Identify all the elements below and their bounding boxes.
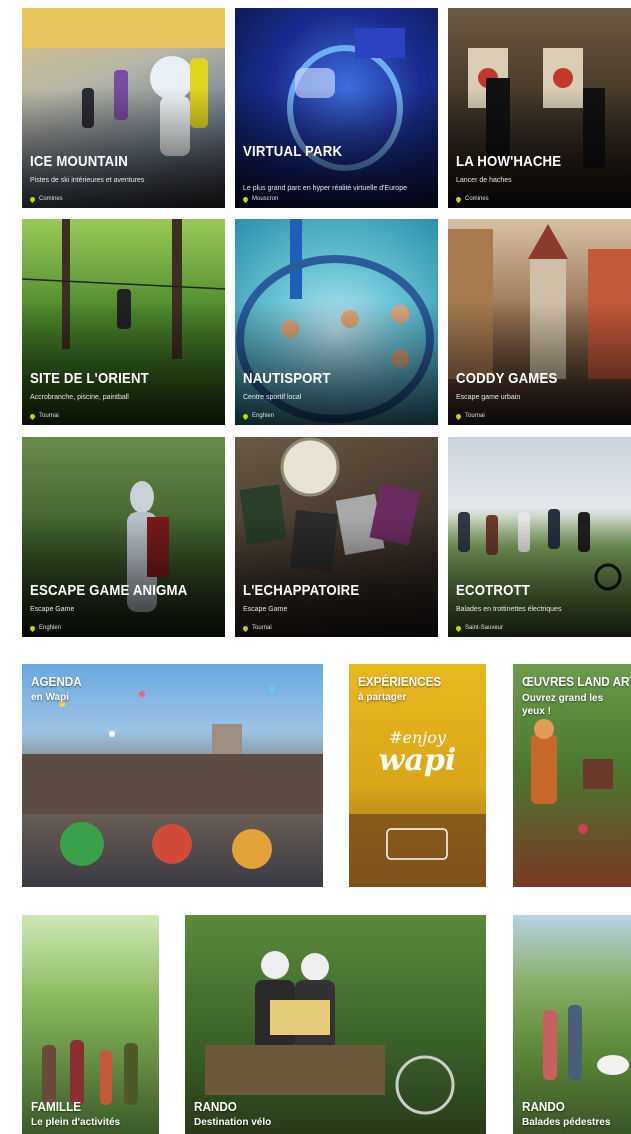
activity-title: ICE MOUNTAIN (30, 153, 128, 170)
promo-subtitle: en Wapi (31, 692, 69, 703)
promo-title: RANDO (522, 1099, 565, 1114)
image-overlay (22, 88, 225, 208)
location-label: Enghien (252, 413, 275, 419)
activity-location: Enghien (241, 412, 275, 420)
activity-location: Tournai (454, 412, 485, 420)
promo-title: RANDO (194, 1099, 237, 1114)
activity-card-virtual-park[interactable]: VIRTUAL PARK Le plus grand parc en hyper… (235, 8, 438, 208)
activity-subtitle: Balades en trottinettes électriques (456, 606, 562, 613)
enjoy-wapi-logo: #enjoy wapi (349, 728, 486, 778)
activity-location: Tournai (28, 412, 59, 420)
promo-agenda[interactable]: AGENDA en Wapi (22, 664, 323, 887)
promo-experiences[interactable]: EXPÉRIENCES à partager #enjoy wapi (349, 664, 486, 887)
activity-card-lechappatoire[interactable]: L'ECHAPPATOIRE Escape Game Tournai (235, 437, 438, 637)
activity-card-la-howhache[interactable]: LA HOW'HACHE Lancer de haches Comines (448, 8, 631, 208)
activity-title: NAUTISPORT (243, 370, 331, 387)
promo-subtitle: Destination vélo (194, 1117, 272, 1128)
activity-location: Enghien (28, 624, 62, 632)
image-overlay (448, 301, 631, 425)
location-label: Enghien (39, 625, 62, 631)
activity-subtitle: Escape Game (243, 606, 288, 613)
promo-subtitle: Le plein d'activités (31, 1117, 121, 1128)
activity-subtitle: Centre sportif local (243, 394, 302, 401)
location-label: Tournai (39, 413, 59, 419)
activity-subtitle: Pistes de ski intérieures et aventures (30, 177, 145, 184)
location-pin-icon (28, 412, 37, 420)
promo-rando-velo[interactable]: RANDO Destination vélo (185, 915, 486, 1134)
location-label: Mouscron (252, 196, 279, 202)
location-pin-icon (241, 195, 250, 203)
promo-title: EXPÉRIENCES (358, 674, 442, 689)
activity-title: LA HOW'HACHE (456, 153, 562, 170)
image-overlay (448, 517, 631, 637)
location-label: Tournai (465, 413, 485, 419)
location-pin-icon (28, 624, 37, 632)
activity-subtitle: Accrobranche, piscine, paintball (30, 394, 129, 401)
activity-card-ecotrott[interactable]: ECOTROTT Balades en trottinettes électri… (448, 437, 631, 637)
promo-famille[interactable]: FAMILLE Le plein d'activités (22, 915, 159, 1134)
activity-subtitle: Escape game urbain (456, 394, 521, 401)
activity-title: L'ECHAPPATOIRE (243, 582, 360, 599)
location-pin-icon (241, 412, 250, 420)
promo-subtitle: Balades pédestres (522, 1117, 611, 1128)
location-label: Comines (39, 196, 63, 202)
location-pin-icon (454, 412, 463, 420)
activity-title: CODDY GAMES (456, 370, 558, 387)
activity-card-coddy-games[interactable]: CODDY GAMES Escape game urbain Tournai (448, 219, 631, 425)
activity-card-ice-mountain[interactable]: ICE MOUNTAIN Pistes de ski intérieures e… (22, 8, 225, 208)
activity-location: Comines (454, 195, 489, 203)
promo-title: ŒUVRES LAND ART (522, 674, 631, 689)
activity-subtitle: Le plus grand parc en hyper réalité virt… (243, 185, 407, 192)
activity-title: SITE DE L'ORIENT (30, 370, 149, 387)
activity-location: Saint-Sauveur (454, 624, 504, 632)
location-pin-icon (454, 624, 463, 632)
activity-card-escape-game-anigma[interactable]: ESCAPE GAME ANIGMA Escape Game Enghien (22, 437, 225, 637)
image-overlay (22, 301, 225, 425)
activity-subtitle: Escape Game (30, 606, 75, 613)
promo-subtitle: Ouvrez grand les yeux ! (522, 693, 604, 717)
promo-land-art[interactable]: ŒUVRES LAND ART Ouvrez grand les yeux ! (513, 664, 631, 887)
activity-location: Tournai (241, 624, 272, 632)
activity-title: ESCAPE GAME ANIGMA (30, 582, 188, 599)
activity-card-nautisport[interactable]: NAUTISPORT Centre sportif local Enghien (235, 219, 438, 425)
promo-title: FAMILLE (31, 1099, 82, 1114)
promo-rando-pedestre[interactable]: RANDO Balades pédestres (513, 915, 631, 1134)
image-overlay (22, 517, 225, 637)
promo-subtitle: à partager (358, 692, 407, 703)
location-pin-icon (28, 195, 37, 203)
activity-location: Mouscron (241, 195, 279, 203)
activity-card-site-de-lorient[interactable]: SITE DE L'ORIENT Accrobranche, piscine, … (22, 219, 225, 425)
location-label: Saint-Sauveur (465, 625, 504, 631)
image-overlay (448, 88, 631, 208)
promo-title: AGENDA (31, 674, 82, 689)
location-pin-icon (454, 195, 463, 203)
activity-location: Comines (28, 195, 63, 203)
location-pin-icon (241, 624, 250, 632)
location-label: Tournai (252, 625, 272, 631)
location-label: Comines (465, 196, 489, 202)
image-overlay (235, 301, 438, 425)
activity-title: ECOTROTT (456, 582, 531, 599)
activity-subtitle: Lancer de haches (456, 177, 512, 184)
image-overlay (235, 517, 438, 637)
activity-title: VIRTUAL PARK (243, 143, 343, 160)
wapi-wordmark: wapi (378, 743, 457, 778)
